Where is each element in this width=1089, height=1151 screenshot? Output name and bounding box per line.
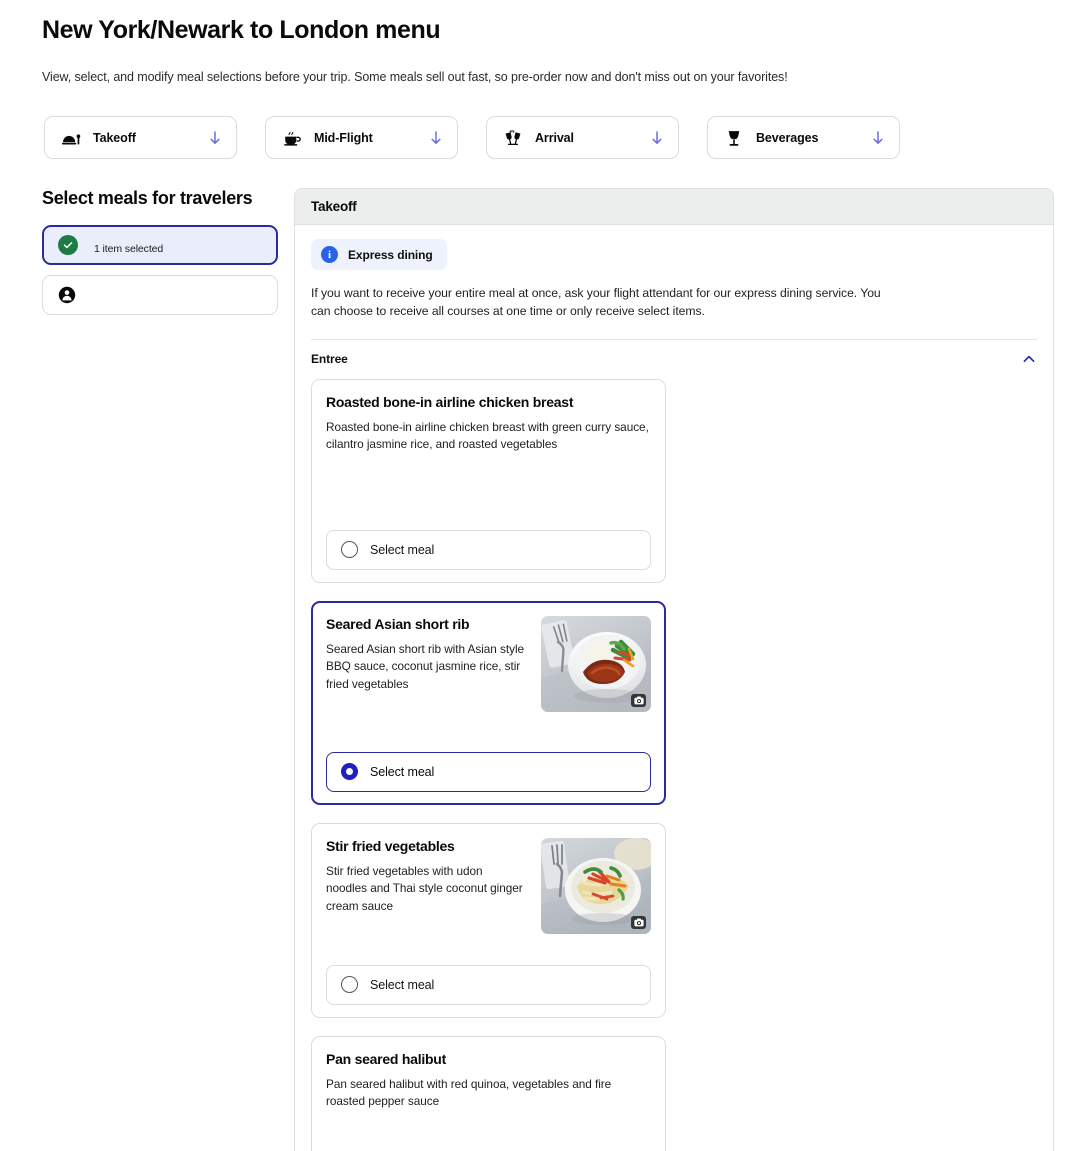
radio-unselected-icon[interactable] (341, 976, 358, 994)
meal-title: Pan seared halibut (326, 1050, 446, 1067)
coffee-cup-icon (282, 128, 302, 148)
course-panel-header: Takeoff (295, 189, 1053, 225)
course-panel-title: Takeoff (311, 199, 357, 214)
express-dining-description: If you want to receive your entire meal … (311, 286, 881, 319)
chevron-up-icon[interactable] (1021, 351, 1037, 367)
express-dining-badge: i Express dining (311, 239, 447, 270)
meal-description: Stir fried vegetables with udon noodles … (326, 863, 523, 913)
meal-description: Roasted bone-in airline chicken breast w… (326, 419, 649, 452)
meal-content: Stir fried vegetables Stir fried vegetab… (326, 837, 651, 965)
course-panel: Takeoff i Express dining If you want to … (294, 188, 1054, 1151)
meal-description: Seared Asian short rib with Asian style … (326, 641, 525, 691)
select-meal-label: Select meal (370, 542, 435, 557)
meal-title: Roasted bone-in airline chicken breast (326, 393, 574, 410)
meal-card-roasted-bone-in-airline-chicken-breast[interactable]: Roasted bone-in airline chicken breast R… (311, 378, 666, 583)
info-icon: i (321, 246, 338, 263)
arrow-down-icon (871, 130, 885, 146)
meal-grid: Roasted bone-in airline chicken breast R… (311, 378, 1037, 1151)
course-nav-label: Mid-Flight (314, 130, 373, 145)
select-meal-row[interactable]: Select meal (326, 529, 651, 570)
meal-photo-seared-asian-short-rib[interactable] (541, 615, 651, 712)
cheers-glasses-icon (503, 128, 523, 148)
wine-glass-icon (724, 128, 744, 148)
meal-selection-page: New York/Newark to London menu View, sel… (0, 0, 1089, 1151)
select-meal-label: Select meal (370, 764, 435, 779)
green-check-icon (58, 235, 78, 255)
course-nav: Takeoff Mid-Flight Arrival Beverages (44, 116, 900, 159)
meal-text: Pan seared halibut Pan seared halibut wi… (326, 1051, 651, 1151)
meal-title: Stir fried vegetables (326, 837, 455, 854)
course-nav-label: Takeoff (93, 130, 136, 145)
select-meal-row[interactable]: Select meal (326, 751, 651, 792)
arrow-down-icon (208, 130, 222, 146)
course-nav-item-arrival[interactable]: Arrival (486, 116, 679, 159)
person-icon (57, 285, 77, 305)
traveler-card-1[interactable]: 1 item selected (42, 225, 278, 265)
traveler-sidebar-heading: Select meals for travelers (42, 188, 253, 208)
meal-content: Roasted bone-in airline chicken breast R… (326, 394, 651, 530)
meal-card-stir-fried-vegetables[interactable]: Stir fried vegetables Stir fried vegetab… (311, 822, 666, 1018)
course-nav-label: Arrival (535, 130, 574, 145)
section-header-entree[interactable]: Entree (311, 340, 1037, 379)
arrow-down-icon (429, 130, 443, 146)
traveler-info: 1 item selected (94, 236, 163, 255)
express-dining-label: Express dining (348, 247, 433, 262)
traveler-card-2[interactable] (42, 275, 278, 315)
select-meal-label: Select meal (370, 977, 435, 992)
page-title: New York/Newark to London menu (42, 16, 441, 44)
select-meal-row[interactable]: Select meal (326, 964, 651, 1005)
course-nav-item-beverages[interactable]: Beverages (707, 116, 900, 159)
traveler-status: 1 item selected (94, 242, 164, 255)
course-nav-item-mid-flight[interactable]: Mid-Flight (265, 116, 458, 159)
meal-content: Seared Asian short rib Seared Asian shor… (326, 615, 651, 752)
meal-text: Stir fried vegetables Stir fried vegetab… (326, 838, 531, 965)
radio-unselected-icon[interactable] (341, 541, 358, 559)
course-panel-body: i Express dining If you want to receive … (295, 225, 1053, 1151)
traveler-name (94, 236, 163, 243)
food-dome-icon (61, 128, 81, 148)
arrow-down-icon (650, 130, 664, 146)
section-title: Entree (311, 352, 348, 367)
meal-title: Seared Asian short rib (326, 615, 470, 632)
meal-photo-stir-fried-vegetables[interactable] (541, 837, 651, 934)
meal-text: Roasted bone-in airline chicken breast R… (326, 394, 651, 530)
meal-text: Seared Asian short rib Seared Asian shor… (326, 616, 531, 752)
page-subtitle: View, select, and modify meal selections… (42, 70, 788, 84)
meal-description: Pan seared halibut with red quinoa, vege… (326, 1076, 612, 1109)
course-nav-item-takeoff[interactable]: Takeoff (44, 116, 237, 159)
radio-selected-icon[interactable] (341, 763, 358, 781)
course-nav-label: Beverages (756, 130, 819, 145)
camera-icon (631, 915, 646, 929)
camera-icon (631, 693, 646, 707)
meal-content: Pan seared halibut Pan seared halibut wi… (326, 1051, 651, 1151)
traveler-sidebar: Select meals for travelers 1 item select… (42, 188, 278, 325)
meal-card-pan-seared-halibut[interactable]: Pan seared halibut Pan seared halibut wi… (311, 1035, 666, 1151)
meal-card-seared-asian-short-rib[interactable]: Seared Asian short rib Seared Asian shor… (311, 600, 666, 805)
